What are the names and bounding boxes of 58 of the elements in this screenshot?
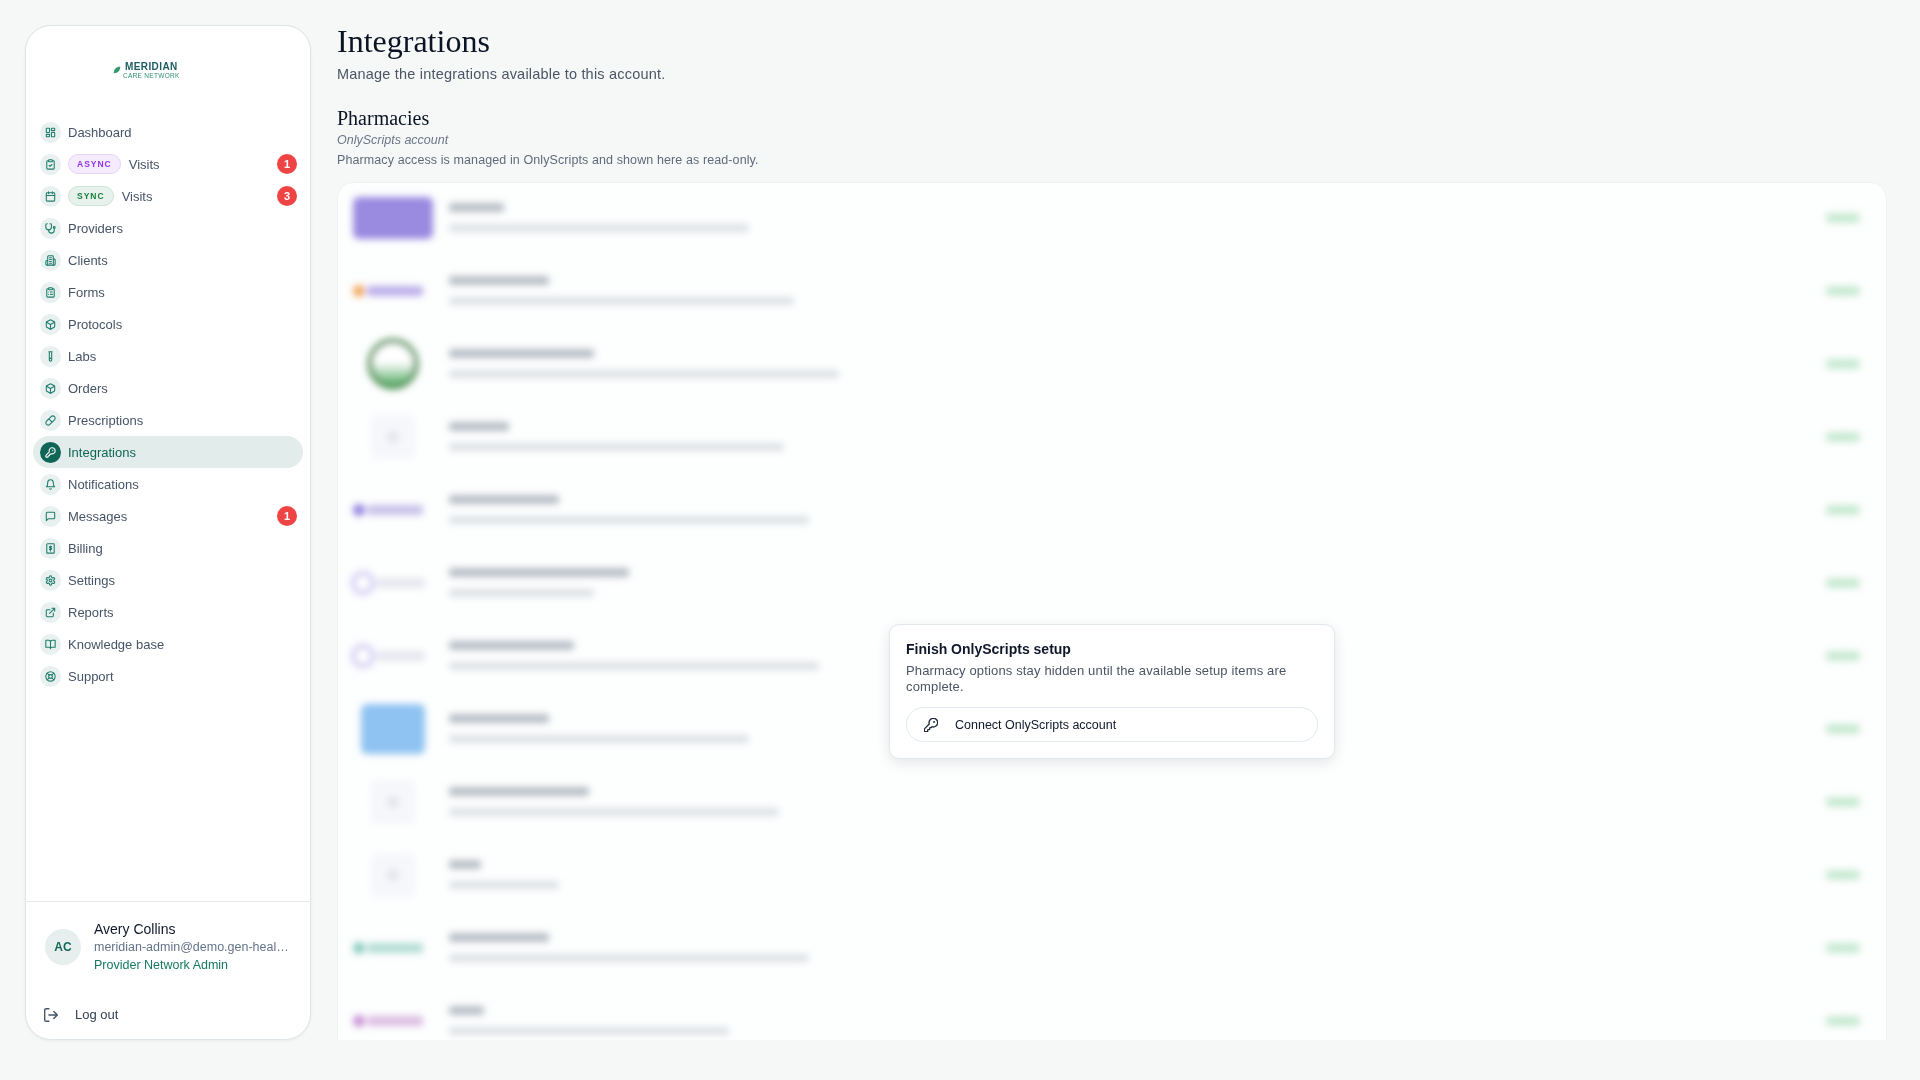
nav-item[interactable]: Forms [33,276,303,308]
nav-item[interactable]: Messages 1 [33,500,303,532]
count-badge: 1 [277,506,297,526]
grid-icon [40,121,61,143]
nav-item[interactable]: Support [33,660,303,692]
user-role: Provider Network Admin [94,957,230,974]
nav-item[interactable]: Notifications [33,468,303,500]
nav-item[interactable]: Integrations [33,436,303,468]
chat-bubble-icon [40,505,61,527]
stethoscope-icon [40,217,61,239]
visit-type-tag: ASYNC [68,154,121,174]
section-title: Pharmacies [337,106,431,131]
clipboard-check-icon [40,153,61,175]
nav-item[interactable]: Billing [33,532,303,564]
nav-item[interactable]: Providers [33,212,303,244]
key-icon [924,717,938,732]
avatar-initials: AC [45,929,81,965]
setup-prompt-title: Finish OnlyScripts setup [906,640,1072,658]
section-description: Pharmacy access is managed in OnlyScripts and shown here as read-only. [337,152,760,169]
section-subtitle: OnlyScripts account [337,132,450,149]
count-badge: 1 [277,154,297,174]
user-email: meridian-admin@demo.gen-heal… [94,939,289,956]
test-tube-icon [40,345,61,367]
bell-icon [40,473,61,495]
logout-icon [44,1007,58,1022]
setup-prompt-text: Pharmacy options stay hidden until the available setup items are complete. [906,663,1288,695]
nav-item[interactable]: Clients [33,244,303,276]
external-link-icon [40,601,61,623]
pill-icon [40,409,61,431]
nav-item[interactable]: Orders [33,372,303,404]
page-subtitle: Manage the integrations available to this account. [337,65,667,84]
nav-item[interactable]: Protocols [33,308,303,340]
visit-type-tag: SYNC [68,186,114,206]
cube-icon [40,377,61,399]
nav-item[interactable]: Reports [33,596,303,628]
nav-item[interactable]: Dashboard [33,116,303,148]
page-title: Integrations [337,22,491,60]
dollar-receipt-icon [40,537,61,559]
open-book-icon [40,633,61,655]
calendar-icon [40,185,61,207]
count-badge: 3 [277,186,297,206]
nav-item[interactable]: Knowledge base [33,628,303,660]
nav-item[interactable]: ASYNC Visits 1 [33,148,303,180]
clipboard-list-icon [40,281,61,303]
nav-item[interactable]: Labs [33,340,303,372]
nav-item[interactable]: Prescriptions [33,404,303,436]
nav-item[interactable]: SYNC Visits 3 [33,180,303,212]
user-name: Avery Collins [94,920,177,938]
key-icon [40,441,61,463]
leaf-logo-icon [113,66,121,74]
nav-item[interactable]: Settings [33,564,303,596]
building-icon [40,249,61,271]
logo-name: MERIDIAN [125,60,178,72]
cube-icon [40,313,61,335]
logout-button[interactable]: Log out [44,1003,119,1026]
settings-icon [40,569,61,591]
connect-account-button[interactable]: Connect OnlyScripts account [906,707,1318,742]
life-buoy-icon [40,665,61,687]
